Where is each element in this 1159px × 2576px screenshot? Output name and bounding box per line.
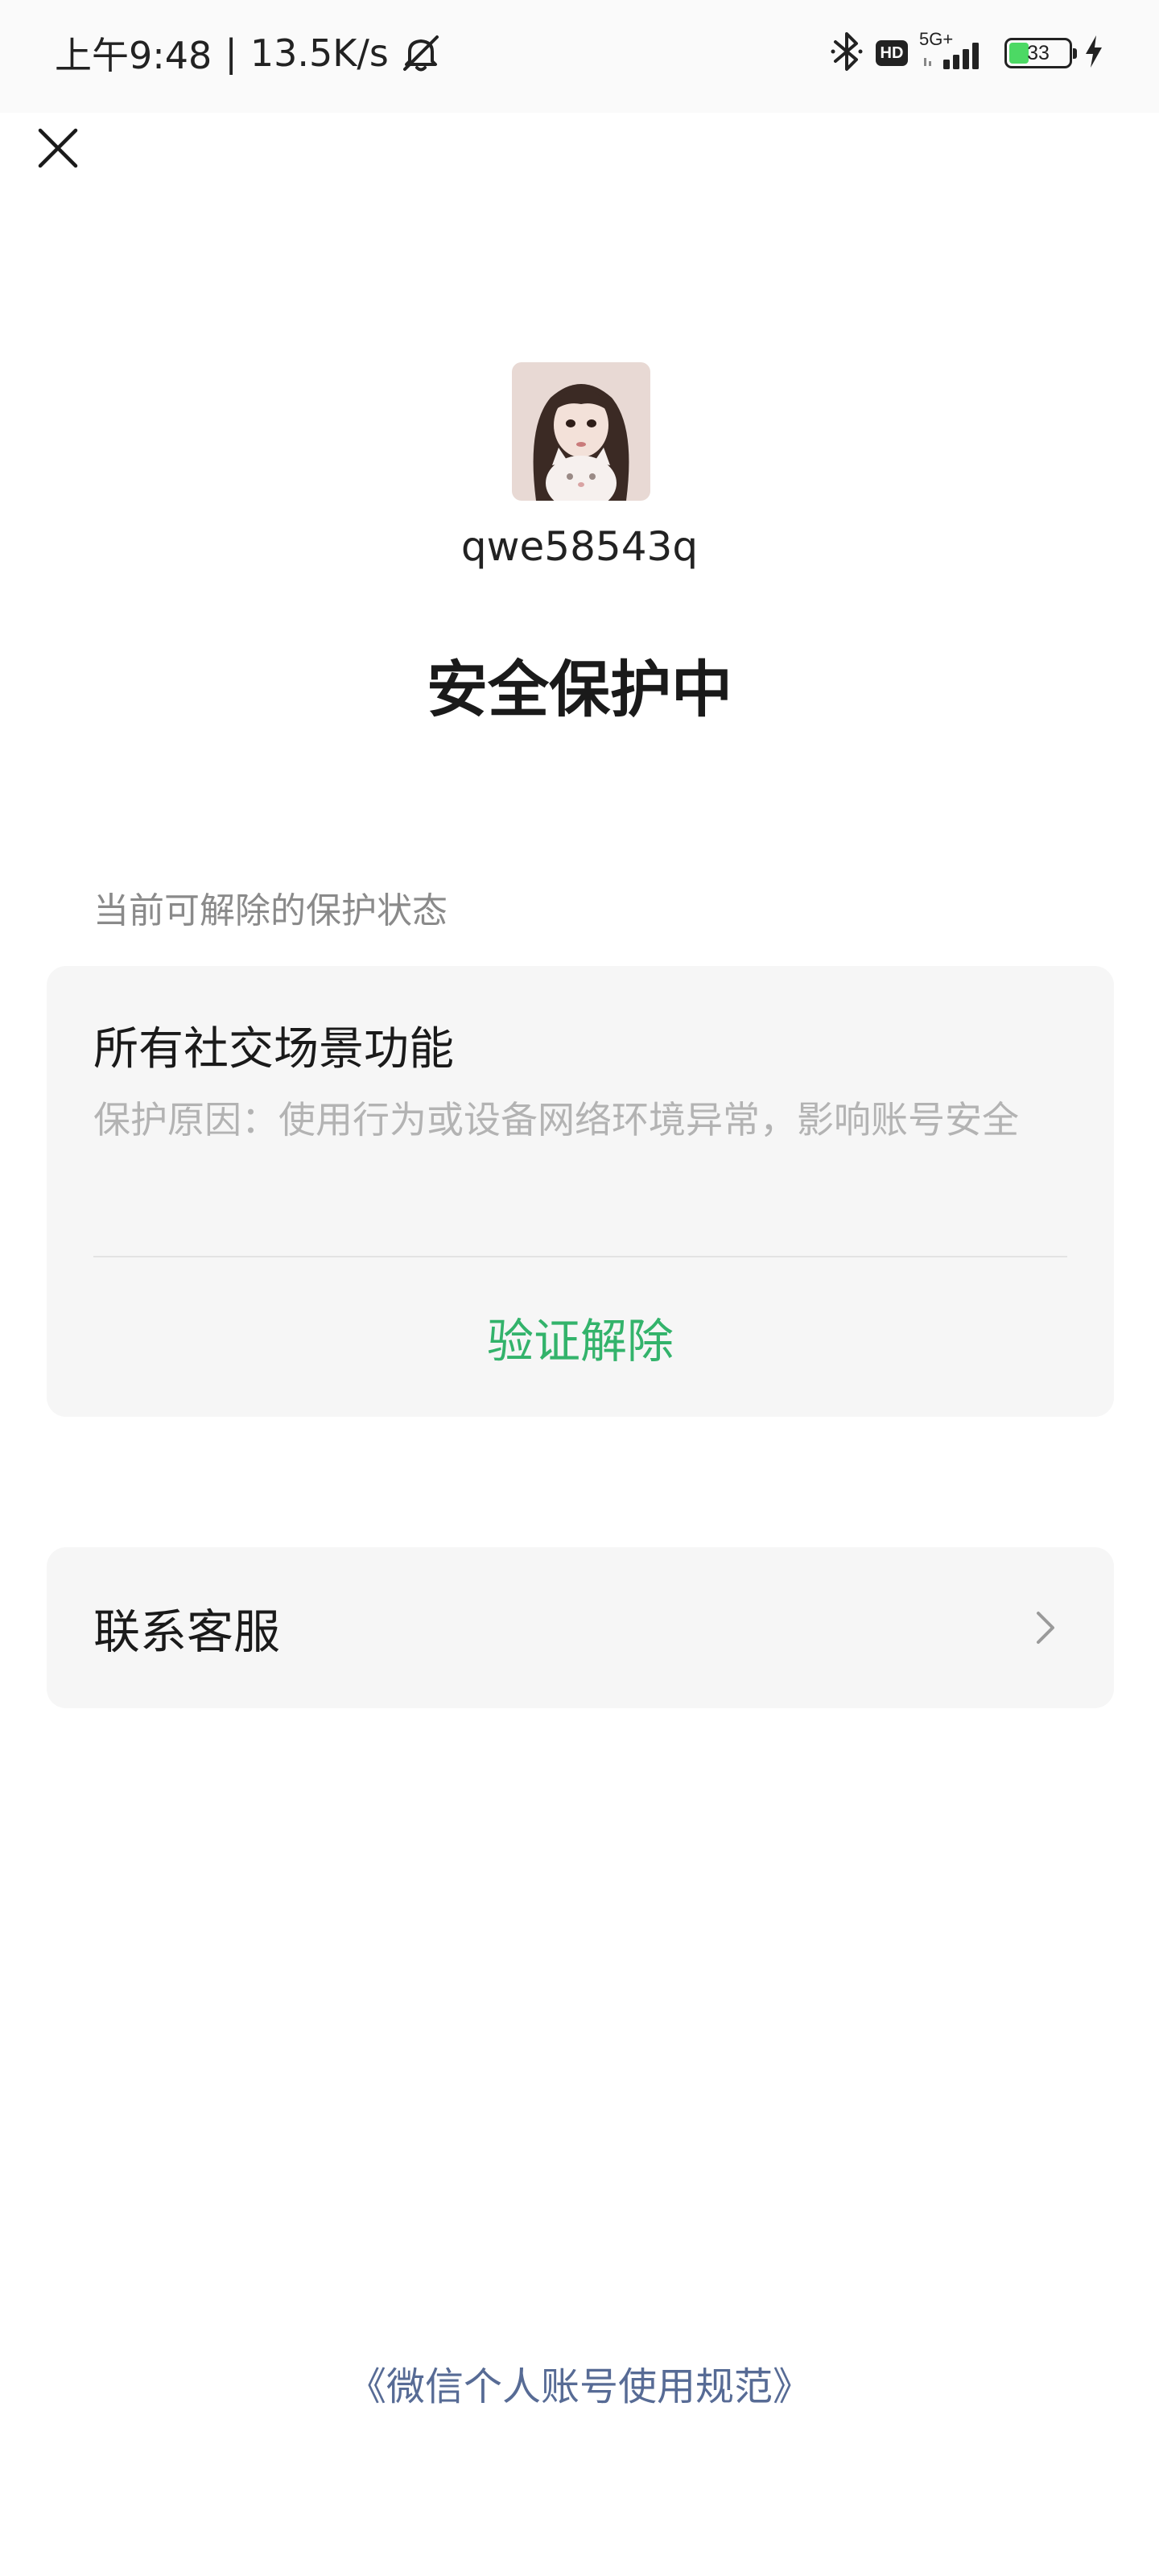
avatar	[512, 362, 650, 501]
protection-reason: 保护原因：使用行为或设备网络环境异常，影响账号安全	[93, 1098, 1019, 1141]
mute-bell-icon	[398, 31, 443, 76]
status-left: 上午9:48 | 13.5K/s	[55, 29, 443, 77]
protection-item-title: 所有社交场景功能	[93, 1023, 454, 1075]
contact-support-label: 联系客服	[93, 1604, 281, 1659]
hd-voice-icon: HD	[876, 40, 908, 66]
network-speed: 13.5K/s	[250, 31, 389, 75]
chevron-right-icon	[1022, 1605, 1067, 1650]
username: qwe58543q	[460, 523, 699, 570]
page-title: 安全保护中	[427, 654, 732, 725]
status-bar: 上午9:48 | 13.5K/s HD 5G+ 33	[0, 0, 1159, 113]
account-policy-link[interactable]: 《微信个人账号使用规范》	[0, 2355, 1159, 2411]
charging-icon	[1083, 34, 1104, 72]
status-right: HD 5G+ 33	[829, 29, 1104, 77]
close-button[interactable]	[29, 121, 87, 179]
cellular-signal-icon: 5G+	[919, 31, 993, 76]
clock: 上午9:48	[55, 34, 212, 77]
contact-support-row[interactable]: 联系客服	[47, 1547, 1114, 1708]
close-icon	[35, 126, 80, 174]
battery-level: 33	[1027, 42, 1050, 64]
battery-icon: 33	[1004, 38, 1077, 68]
verify-unlock-button[interactable]: 验证解除	[47, 1257, 1114, 1417]
protection-card: 所有社交场景功能 保护原因：使用行为或设备网络环境异常，影响账号安全 验证解除	[47, 966, 1114, 1417]
bluetooth-icon	[829, 29, 864, 77]
section-label: 当前可解除的保护状态	[93, 890, 448, 931]
status-separator: |	[225, 31, 237, 75]
